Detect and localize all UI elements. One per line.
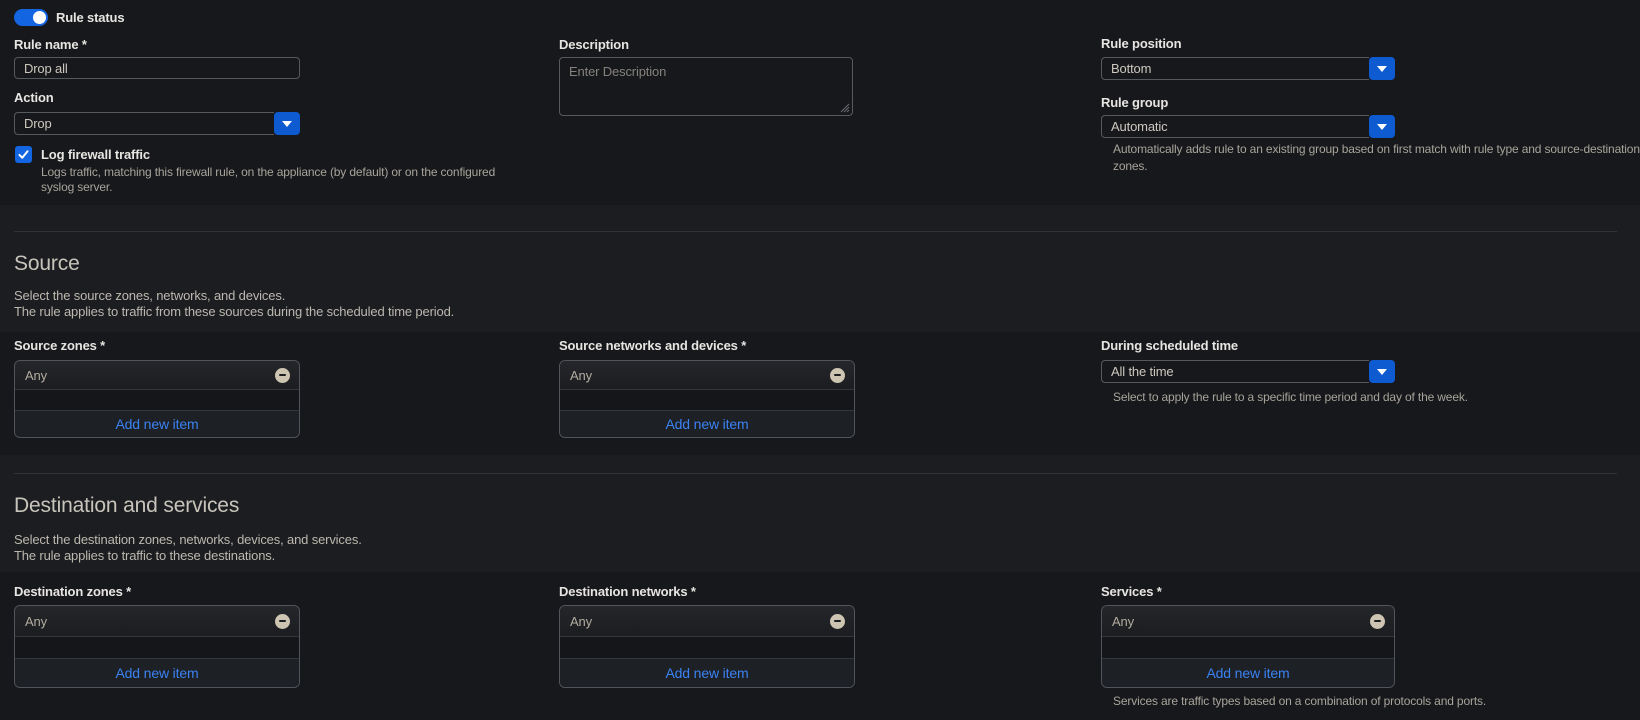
destination-zones-label: Destination zones * <box>14 584 131 599</box>
rule-status-toggle[interactable] <box>14 9 48 26</box>
toggle-knob <box>33 11 46 24</box>
services-label: Services * <box>1101 584 1162 599</box>
remove-icon[interactable] <box>275 368 290 383</box>
listbox-empty-area <box>15 390 299 410</box>
list-item-label: Any <box>25 614 275 629</box>
source-networks-listbox: Any Add new item <box>559 360 855 438</box>
action-select-button[interactable] <box>274 112 300 135</box>
firewall-rule-form: Rule status Rule name * Drop all Action … <box>0 0 1640 720</box>
scheduled-time-label: During scheduled time <box>1101 338 1238 353</box>
remove-icon[interactable] <box>1370 614 1385 629</box>
destination-zones-listbox: Any Add new item <box>14 605 300 688</box>
list-item[interactable]: Any <box>560 361 854 390</box>
add-new-item-label: Add new item <box>115 416 198 432</box>
list-item[interactable]: Any <box>15 606 299 637</box>
description-placeholder: Enter Description <box>569 64 666 79</box>
listbox-empty-area <box>560 390 854 410</box>
description-textarea[interactable]: Enter Description <box>559 57 853 116</box>
rule-name-input[interactable]: Drop all <box>14 57 300 79</box>
add-new-item-button[interactable]: Add new item <box>15 658 299 687</box>
rule-group-select-button[interactable] <box>1369 115 1395 138</box>
destination-section-desc-2: The rule applies to traffic to these des… <box>14 548 275 563</box>
destination-networks-label: Destination networks * <box>559 584 696 599</box>
rule-group-value: Automatic <box>1111 119 1167 134</box>
services-listbox: Any Add new item <box>1101 605 1395 688</box>
remove-icon[interactable] <box>275 614 290 629</box>
source-zones-listbox: Any Add new item <box>14 360 300 438</box>
action-select[interactable]: Drop <box>14 112 274 135</box>
list-item-label: Any <box>1112 614 1370 629</box>
rule-name-value: Drop all <box>24 61 68 76</box>
add-new-item-button[interactable]: Add new item <box>560 658 854 687</box>
list-item[interactable]: Any <box>560 606 854 637</box>
rule-group-label: Rule group <box>1101 95 1168 110</box>
chevron-down-icon <box>282 121 292 127</box>
rule-position-select-button[interactable] <box>1369 57 1395 80</box>
listbox-empty-area <box>15 637 299 658</box>
minus-bar <box>834 620 841 622</box>
destination-section-title: Destination and services <box>14 494 239 518</box>
description-label: Description <box>559 37 629 52</box>
add-new-item-label: Add new item <box>1206 665 1289 681</box>
rule-position-select[interactable]: Bottom <box>1101 57 1369 80</box>
minus-bar <box>834 374 841 376</box>
add-new-item-button[interactable]: Add new item <box>15 410 299 437</box>
minus-bar <box>279 374 286 376</box>
add-new-item-label: Add new item <box>665 416 748 432</box>
log-firewall-help: Logs traffic, matching this firewall rul… <box>41 165 509 195</box>
minus-bar <box>279 620 286 622</box>
resize-handle-icon[interactable] <box>839 102 850 113</box>
minus-bar <box>1374 620 1381 622</box>
rule-status-label: Rule status <box>56 10 124 25</box>
list-item[interactable]: Any <box>1102 606 1394 637</box>
action-value: Drop <box>24 116 52 131</box>
add-new-item-button[interactable]: Add new item <box>560 410 854 437</box>
remove-icon[interactable] <box>830 614 845 629</box>
add-new-item-button[interactable]: Add new item <box>1102 658 1394 687</box>
add-new-item-label: Add new item <box>665 665 748 681</box>
chevron-down-icon <box>1377 66 1387 72</box>
section-divider <box>14 231 1617 232</box>
listbox-empty-area <box>560 637 854 658</box>
destination-section-desc-1: Select the destination zones, networks, … <box>14 532 362 547</box>
chevron-down-icon <box>1377 124 1387 130</box>
source-networks-label: Source networks and devices * <box>559 338 746 353</box>
add-new-item-label: Add new item <box>115 665 198 681</box>
list-item[interactable]: Any <box>15 361 299 390</box>
rule-group-select[interactable]: Automatic <box>1101 115 1369 138</box>
source-section-desc-1: Select the source zones, networks, and d… <box>14 288 285 303</box>
rule-name-label: Rule name * <box>14 37 87 52</box>
source-section-desc-2: The rule applies to traffic from these s… <box>14 304 454 319</box>
scheduled-time-select-button[interactable] <box>1369 360 1395 383</box>
scheduled-time-select[interactable]: All the time <box>1101 360 1369 383</box>
rule-position-label: Rule position <box>1101 36 1181 51</box>
log-firewall-label: Log firewall traffic <box>41 147 150 162</box>
list-item-label: Any <box>25 368 275 383</box>
section-divider <box>14 473 1617 474</box>
scheduled-time-help: Select to apply the rule to a specific t… <box>1113 390 1613 405</box>
source-section-title: Source <box>14 252 80 276</box>
destination-networks-listbox: Any Add new item <box>559 605 855 688</box>
rule-position-value: Bottom <box>1111 61 1151 76</box>
services-help: Services are traffic types based on a co… <box>1113 694 1613 709</box>
checkmark-icon <box>17 148 30 161</box>
listbox-empty-area <box>1102 637 1394 658</box>
chevron-down-icon <box>1377 369 1387 375</box>
remove-icon[interactable] <box>830 368 845 383</box>
action-label: Action <box>14 90 54 105</box>
rule-group-help: Automatically adds rule to an existing g… <box>1113 141 1640 175</box>
scheduled-time-value: All the time <box>1111 364 1174 379</box>
source-zones-label: Source zones * <box>14 338 105 353</box>
list-item-label: Any <box>570 368 830 383</box>
log-firewall-checkbox[interactable] <box>15 146 32 163</box>
list-item-label: Any <box>570 614 830 629</box>
